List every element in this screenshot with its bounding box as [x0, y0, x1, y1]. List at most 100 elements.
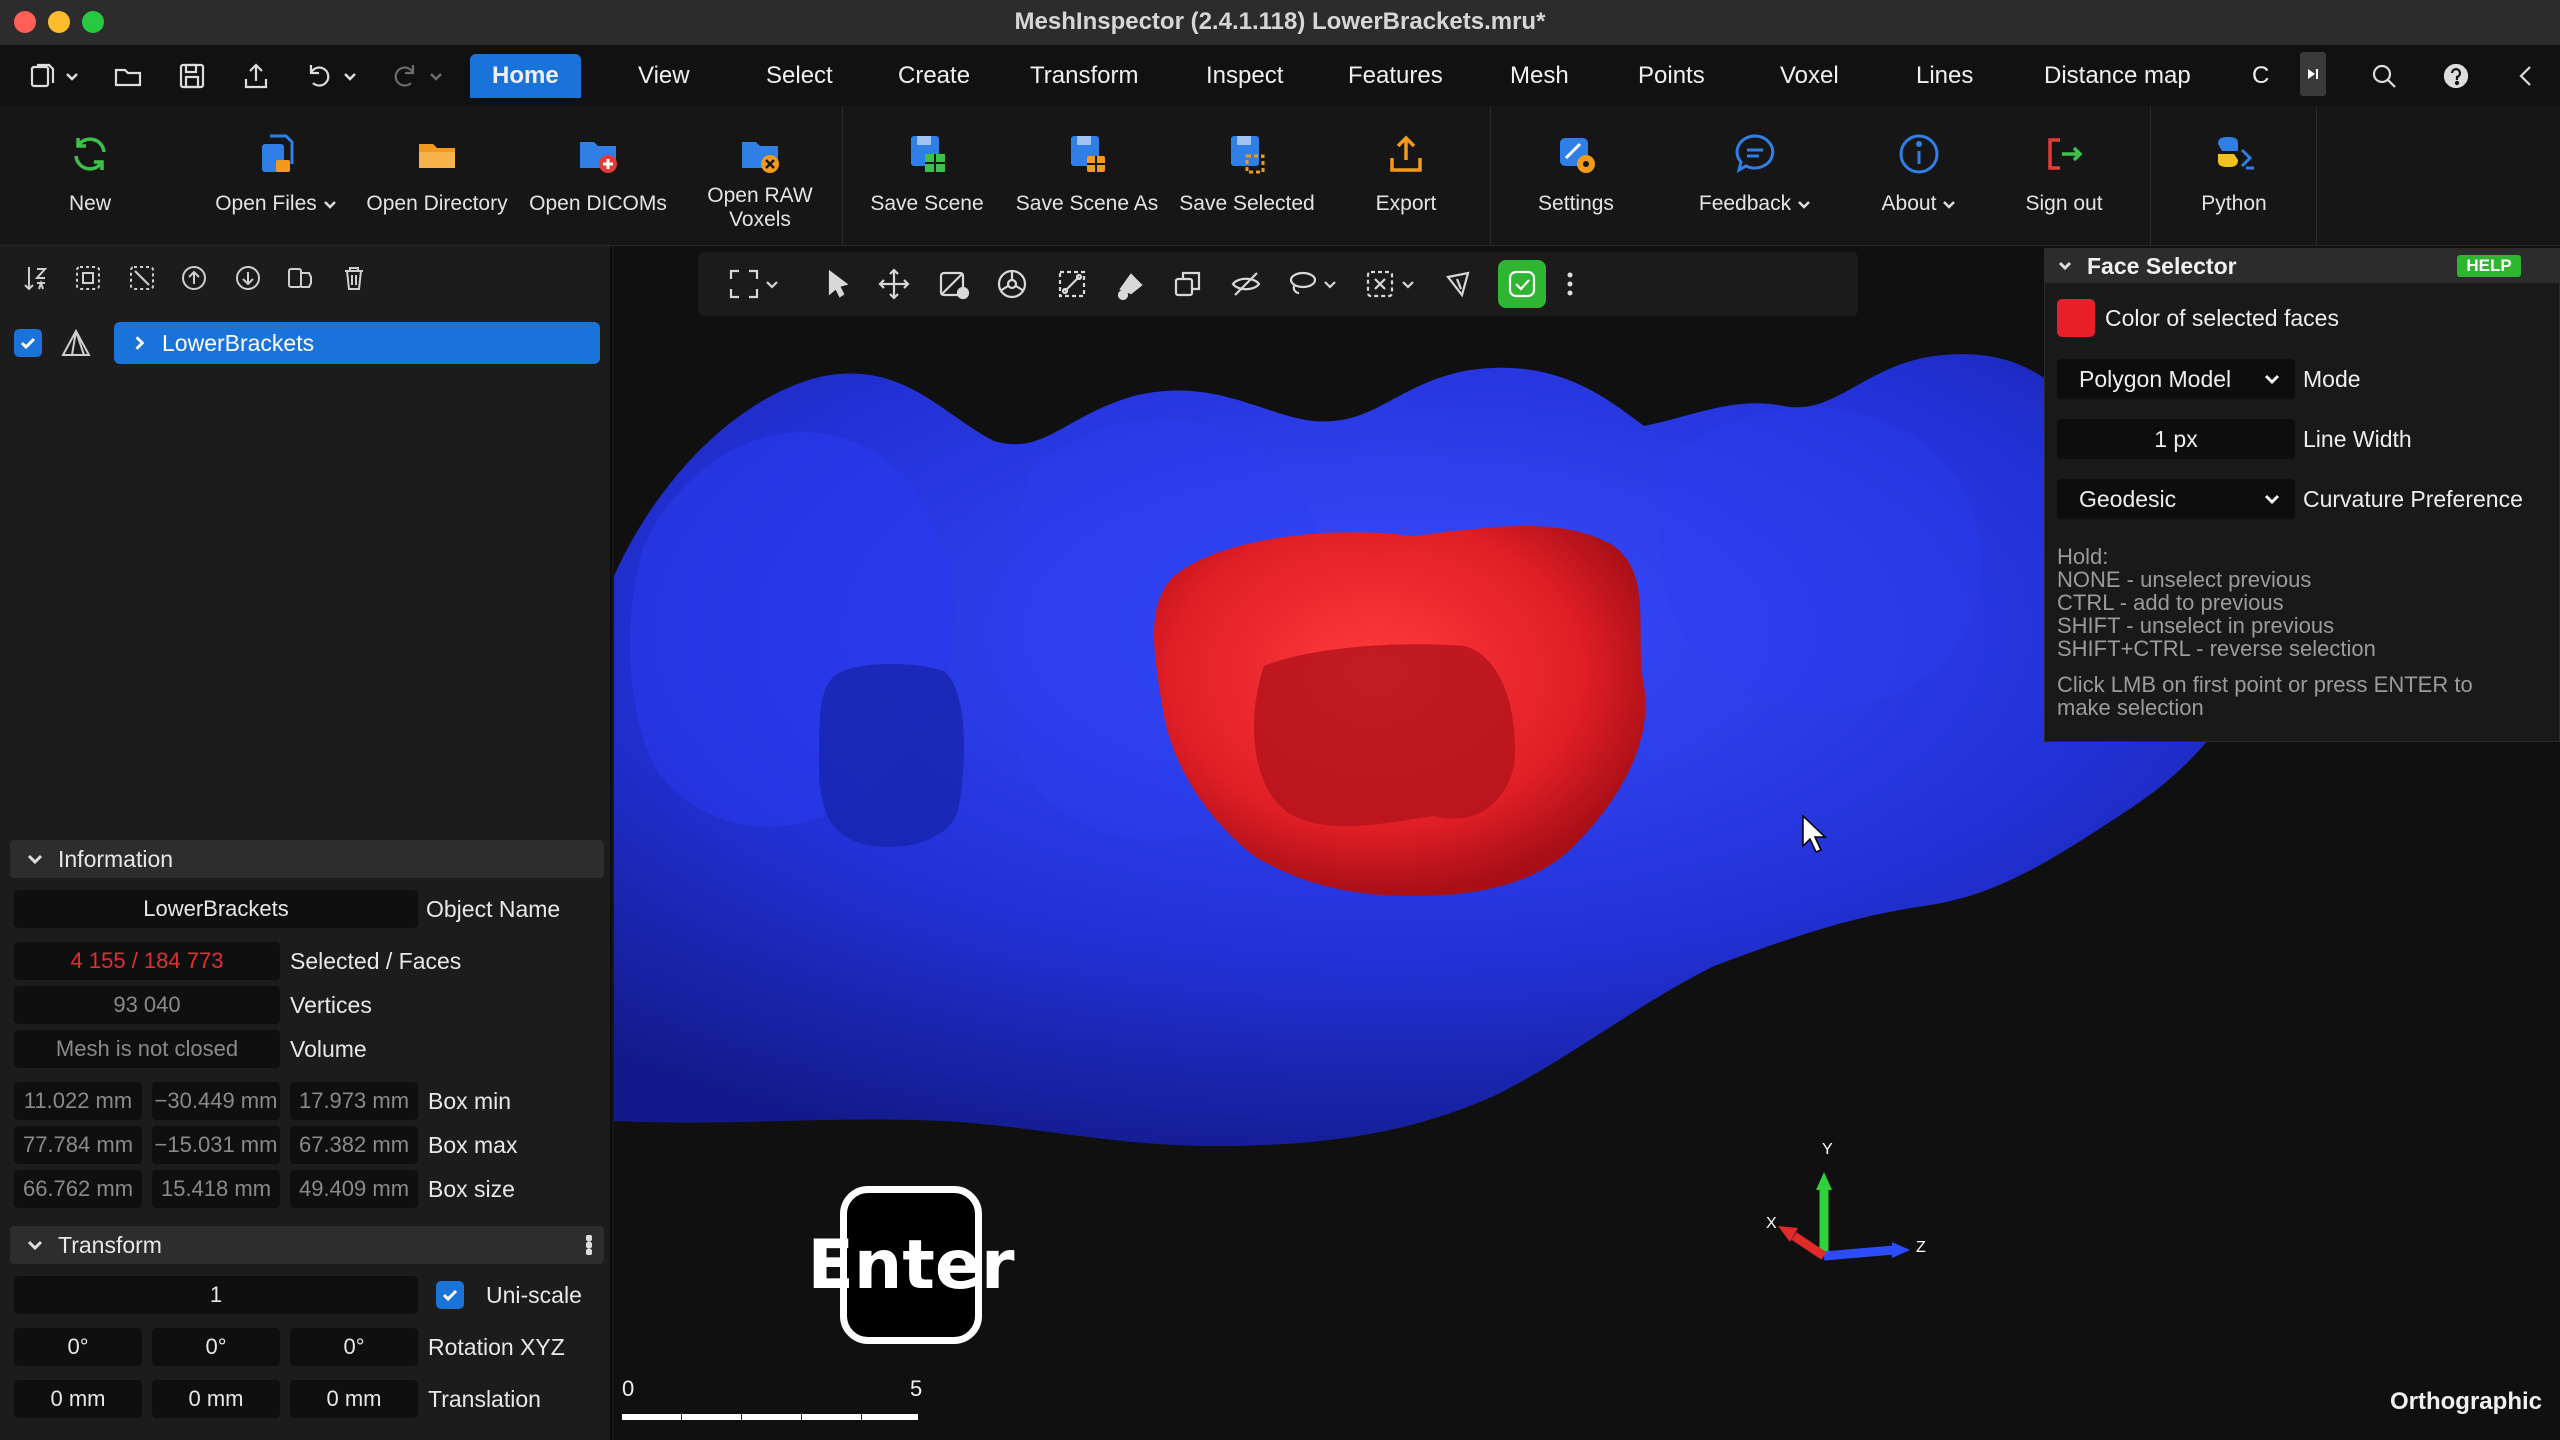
help-badge[interactable]: HELP [2457, 255, 2521, 277]
save-scene-button[interactable]: Save Scene [862, 106, 992, 246]
sign-out-button[interactable]: Sign out [2014, 106, 2114, 246]
more-tools-icon[interactable] [1560, 264, 1580, 304]
scene-object-item[interactable]: LowerBrackets [114, 322, 600, 364]
box-size-x: 66.762 mm [14, 1170, 142, 1208]
tab-voxel[interactable]: Voxel [1758, 54, 1861, 98]
split-icon[interactable] [282, 260, 318, 296]
tab-home[interactable]: Home [470, 54, 581, 98]
mode-dropdown[interactable]: Polygon Model [2057, 359, 2295, 399]
skip-forward-icon [2308, 69, 2318, 79]
tabs-scroll-button[interactable] [2300, 52, 2326, 96]
bounding-box-icon[interactable] [1052, 264, 1092, 304]
curvature-dropdown[interactable]: Geodesic [2057, 479, 2295, 519]
visibility-checkbox[interactable] [14, 329, 42, 357]
open-folder-icon[interactable] [110, 58, 146, 94]
tab-points[interactable]: Points [1616, 54, 1727, 98]
save-scene-as-button[interactable]: Save Scene As [1016, 106, 1158, 246]
open-directory-button[interactable]: Open Directory [360, 106, 514, 246]
save-selected-button[interactable]: Save Selected [1176, 106, 1318, 246]
file-menu-chevron-icon[interactable] [62, 62, 82, 90]
about-button[interactable]: About [1864, 106, 1974, 246]
fit-view-icon[interactable] [724, 264, 764, 304]
tab-mesh[interactable]: Mesh [1488, 54, 1591, 98]
ribbon-toolbar: New Open Files Open Directory Open DICOM… [0, 106, 2560, 246]
mode-label: Mode [2303, 365, 2361, 392]
paint-bucket-icon[interactable] [1110, 264, 1150, 304]
deselect-chevron-icon[interactable] [1396, 264, 1420, 304]
export-icon[interactable] [238, 58, 274, 94]
tab-create[interactable]: Create [876, 54, 992, 98]
voxels-folder-icon [734, 128, 786, 180]
select-all-icon[interactable] [70, 260, 106, 296]
scene-tools [0, 246, 612, 312]
help-icon[interactable] [2438, 58, 2474, 94]
select-arrow-icon[interactable] [818, 264, 858, 304]
fit-view-chevron-icon[interactable] [760, 264, 784, 304]
feedback-button[interactable]: Feedback [1690, 106, 1820, 246]
tab-select[interactable]: Select [744, 54, 855, 98]
move-down-icon[interactable] [230, 260, 266, 296]
3d-viewport[interactable]: Y X Z Face Selector HELP Color of select… [614, 246, 2560, 1440]
object-name-field[interactable]: LowerBrackets [14, 890, 418, 928]
uniscale-checkbox[interactable] [436, 1281, 464, 1309]
file-menu-icon[interactable] [24, 58, 60, 94]
close-panel-button[interactable] [2531, 253, 2557, 279]
export-button[interactable]: Export [1356, 106, 1456, 246]
redo-chevron-icon[interactable] [426, 62, 446, 90]
svg-text:Y: Y [1822, 1141, 1833, 1158]
tab-view[interactable]: View [616, 54, 712, 98]
translation-y-input[interactable]: 0 mm [152, 1380, 280, 1418]
tab-features[interactable]: Features [1326, 54, 1465, 98]
redo-icon[interactable] [388, 58, 424, 94]
search-icon[interactable] [2366, 58, 2402, 94]
tab-transform[interactable]: Transform [1008, 54, 1160, 98]
save-icon[interactable] [174, 58, 210, 94]
color-label: Color of selected faces [2105, 304, 2339, 331]
translation-z-input[interactable]: 0 mm [290, 1380, 418, 1418]
projection-label[interactable]: Orthographic [2390, 1388, 2542, 1416]
tab-inspect[interactable]: Inspect [1184, 54, 1305, 98]
python-button[interactable]: Python [2184, 106, 2284, 246]
more-options-icon[interactable] [586, 1235, 592, 1255]
brush-select-icon[interactable] [1440, 264, 1480, 304]
undo-icon[interactable] [300, 58, 336, 94]
sort-icon[interactable] [18, 260, 54, 296]
bracket-selected [1254, 644, 1515, 827]
face-selector-help-text: Hold: NONE - unselect previous CTRL - ad… [2057, 544, 2473, 720]
face-selector-header[interactable]: Face Selector HELP [2045, 249, 2560, 283]
hide-icon[interactable] [1226, 264, 1266, 304]
trash-icon[interactable] [336, 260, 372, 296]
scale-input[interactable]: 1 [14, 1276, 418, 1314]
deselect-all-icon[interactable] [124, 260, 160, 296]
tab-more[interactable]: C [2246, 54, 2275, 98]
move-icon[interactable] [874, 264, 914, 304]
line-width-input[interactable]: 1 px [2057, 419, 2295, 459]
open-raw-voxels-button[interactable]: Open RAW Voxels [692, 106, 828, 246]
tab-distance-map[interactable]: Distance map [2022, 54, 2213, 98]
new-button[interactable]: New [40, 106, 140, 246]
duplicate-icon[interactable] [1168, 264, 1208, 304]
lasso-icon[interactable] [1282, 264, 1322, 304]
selected-faces-color-swatch[interactable] [2057, 299, 2095, 337]
information-section-header[interactable]: Information [10, 840, 604, 878]
clipping-plane-icon[interactable] [934, 264, 974, 304]
translation-x-input[interactable]: 0 mm [14, 1380, 142, 1418]
tab-lines[interactable]: Lines [1894, 54, 1995, 98]
rotation-y-input[interactable]: 0° [152, 1328, 280, 1366]
menu-bar: Home View Select Create Transform Inspec… [0, 46, 2560, 106]
rotation-x-input[interactable]: 0° [14, 1328, 142, 1366]
lasso-chevron-icon[interactable] [1318, 264, 1342, 304]
rotation-z-input[interactable]: 0° [290, 1328, 418, 1366]
mesh-triangle-icon [61, 328, 91, 356]
rotate-icon[interactable] [992, 264, 1032, 304]
deselect-box-icon[interactable] [1360, 264, 1400, 304]
open-files-button[interactable]: Open Files [206, 106, 346, 246]
open-dicoms-button[interactable]: Open DICOMs [528, 106, 668, 246]
chevron-down-icon [2264, 374, 2280, 385]
undo-chevron-icon[interactable] [340, 62, 360, 90]
face-selector-toggle[interactable] [1498, 260, 1546, 308]
transform-section-header[interactable]: Transform [10, 1226, 604, 1264]
move-up-icon[interactable] [176, 260, 212, 296]
collapse-chevron-icon[interactable] [2508, 58, 2544, 94]
settings-button[interactable]: Settings [1526, 106, 1626, 246]
